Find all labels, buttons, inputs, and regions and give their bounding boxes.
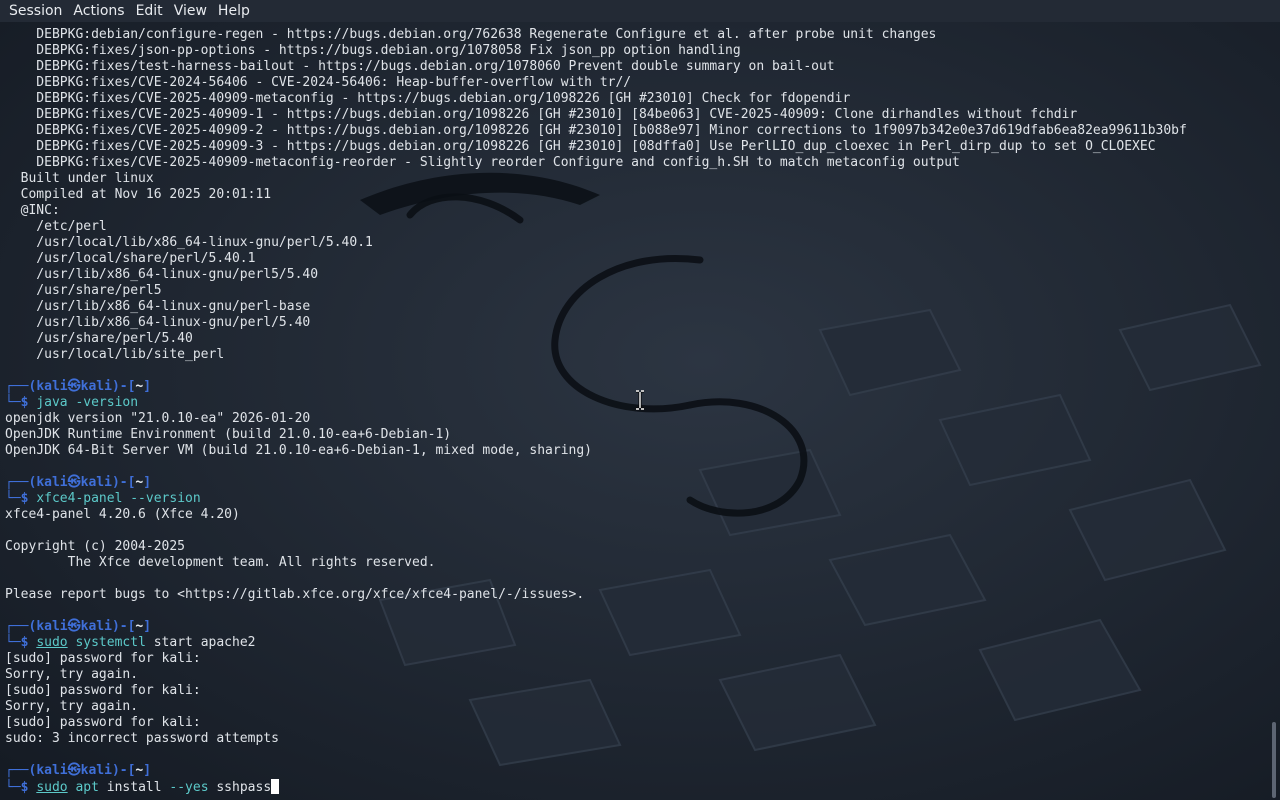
terminal-line: OpenJDK Runtime Environment (build 21.0.… (5, 427, 452, 442)
terminal-line: OpenJDK 64-Bit Server VM (build 21.0.10-… (5, 443, 592, 458)
terminal-line: /usr/local/lib/site_perl (5, 347, 225, 362)
prompt-frame: ┌──( (5, 619, 37, 634)
terminal-line: DEBPKG:fixes/CVE-2024-56406 - CVE-2024-5… (5, 75, 632, 90)
command-line: └─$ sudo systemctl start apache2 (5, 635, 1267, 651)
menu-edit[interactable]: Edit (131, 0, 169, 22)
prompt-user-host: kali㉿kali (36, 379, 112, 394)
terminal-line: Sorry, try again. (5, 699, 139, 714)
prompt-frame: )-[ (111, 763, 136, 778)
terminal-line: sudo: 3 incorrect password attempts (5, 731, 279, 746)
menu-session[interactable]: Session (0, 0, 68, 22)
command-token: sudo (36, 635, 68, 650)
menu-view[interactable]: View (169, 0, 213, 22)
command-line: └─$ sudo apt install --yes sshpass (5, 779, 1267, 795)
terminal-line: DEBPKG:fixes/CVE-2025-40909-metaconfig -… (5, 91, 851, 106)
command-token: --version (122, 491, 201, 506)
terminal-line: Compiled at Nov 16 2025 20:01:11 (5, 187, 272, 202)
prompt-symbol: └─$ (5, 635, 37, 650)
prompt-user-host: kali㉿kali (36, 763, 112, 778)
prompt-frame: )-[ (111, 379, 136, 394)
prompt-frame: ] (143, 379, 152, 394)
terminal-line: openjdk version "21.0.10-ea" 2026-01-20 (5, 411, 311, 426)
terminal-line: /usr/lib/x86_64-linux-gnu/perl/5.40 (5, 315, 311, 330)
terminal-line: /etc/perl (5, 219, 107, 234)
terminal-line: The Xfce development team. All rights re… (5, 555, 436, 570)
command-token: apt (75, 780, 99, 795)
terminal-line: Please report bugs to <https://gitlab.xf… (5, 587, 585, 602)
prompt-frame: )-[ (111, 619, 136, 634)
prompt-symbol: └─$ (5, 491, 37, 506)
terminal-line: DEBPKG:debian/configure-regen - https://… (5, 27, 937, 42)
terminal-line: /usr/share/perl5 (5, 283, 162, 298)
terminal-line: /usr/local/lib/x86_64-linux-gnu/perl/5.4… (5, 235, 373, 250)
terminal-line: /usr/share/perl/5.40 (5, 331, 193, 346)
command-token: -version (67, 395, 139, 410)
prompt-user-host: kali㉿kali (36, 475, 112, 490)
terminal-cursor (271, 779, 280, 794)
terminal-line: [sudo] password for kali: (5, 715, 201, 730)
prompt-line: ┌──(kali㉿kali)-[~] (5, 475, 1267, 491)
terminal-line: Built under linux (5, 171, 154, 186)
command-token: install (98, 780, 170, 795)
prompt-frame: ] (143, 763, 152, 778)
prompt-symbol: └─$ (5, 780, 37, 795)
prompt-frame: ┌──( (5, 379, 37, 394)
text-cursor-ibeam-icon (636, 390, 644, 410)
prompt-frame: ┌──( (5, 475, 37, 490)
terminal-line: /usr/local/share/perl/5.40.1 (5, 251, 256, 266)
terminal-output[interactable]: DEBPKG:debian/configure-regen - https://… (5, 27, 1267, 795)
terminal-line: Copyright (c) 2004-2025 (5, 539, 186, 554)
terminal-line: DEBPKG:fixes/test-harness-bailout - http… (5, 59, 835, 74)
command-token: systemctl (75, 635, 146, 650)
terminal-line: Sorry, try again. (5, 667, 139, 682)
prompt-frame: )-[ (111, 475, 136, 490)
terminal-line: DEBPKG:fixes/CVE-2025-40909-3 - https://… (5, 139, 1156, 154)
menu-help[interactable]: Help (213, 0, 256, 22)
prompt-frame: ┌──( (5, 763, 37, 778)
prompt-frame: ] (143, 619, 152, 634)
command-token: sudo (36, 780, 68, 795)
terminal-line: DEBPKG:fixes/CVE-2025-40909-1 - https://… (5, 107, 1078, 122)
terminal-line: DEBPKG:fixes/CVE-2025-40909-metaconfig-r… (5, 155, 960, 170)
prompt-user-host: kali㉿kali (36, 619, 112, 634)
command-token: xfce4-panel (36, 491, 123, 506)
command-token: start apache2 (145, 635, 256, 650)
terminal-line: /usr/lib/x86_64-linux-gnu/perl-base (5, 299, 311, 314)
prompt-frame: ] (143, 475, 152, 490)
menu-bar: Session Actions Edit View Help (0, 0, 1280, 22)
terminal-line: /usr/lib/x86_64-linux-gnu/perl5/5.40 (5, 267, 319, 282)
terminal-line: xfce4-panel 4.20.6 (Xfce 4.20) (5, 507, 240, 522)
prompt-line: ┌──(kali㉿kali)-[~] (5, 619, 1267, 635)
command-line: └─$ xfce4-panel --version (5, 491, 1267, 507)
terminal-line: DEBPKG:fixes/CVE-2025-40909-2 - https://… (5, 123, 1187, 138)
prompt-line: ┌──(kali㉿kali)-[~] (5, 763, 1267, 779)
menu-actions[interactable]: Actions (68, 0, 130, 22)
command-token: sshpass (208, 780, 272, 795)
terminal-line: [sudo] password for kali: (5, 683, 201, 698)
terminal-line: [sudo] password for kali: (5, 651, 201, 666)
terminal-scrollbar[interactable] (1272, 722, 1276, 798)
terminal-line: @INC: (5, 203, 60, 218)
prompt-symbol: └─$ (5, 395, 37, 410)
terminal-line: DEBPKG:fixes/json-pp-options - https://b… (5, 43, 741, 58)
command-token: --yes (169, 780, 209, 795)
command-token: java (36, 395, 68, 410)
